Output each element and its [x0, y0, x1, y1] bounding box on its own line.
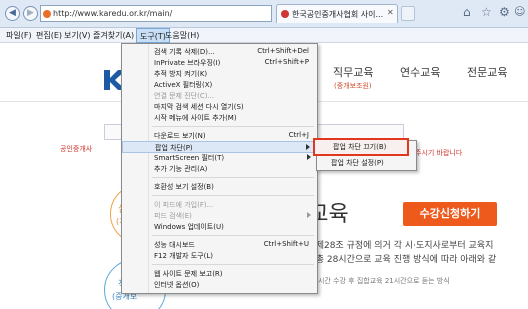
menu-file[interactable]: 파일(F) [6, 30, 32, 41]
menu-item-label: 팝업 차단 설정(P) [331, 159, 384, 167]
submenu-arrow-icon [307, 212, 311, 218]
menu-item-label: 추적 방지 켜기(K) [154, 70, 208, 78]
menu-item-shortcut: Ctrl+Shift+P [264, 58, 309, 66]
description-line: 시행령 제28조 규정에 의거 각 시·도지사로부터 교육지 [288, 241, 494, 251]
notice-text-right: 주시기 바랍니다 [415, 149, 463, 157]
menu-item-label: 시작 메뉴에 사이트 추가(M) [154, 114, 237, 122]
submenu-arrow-icon [306, 144, 310, 150]
menu-bar: 파일(F) 편집(E) 보기(V) 즐겨찾기(A) 도구(T) 도움말(H) [0, 28, 528, 43]
menu-item-shortcut: Ctrl+Shift+Del [257, 47, 309, 55]
close-tab-icon[interactable]: ✕ [387, 8, 394, 17]
home-icon[interactable]: ⌂ [463, 5, 471, 19]
submenu-arrow-icon [307, 154, 311, 160]
menu-item-manage-addons[interactable]: 추가 기능 관리(A) [122, 163, 317, 175]
tab-title[interactable]: 한국공인중개사협회 사이... [292, 9, 384, 20]
forward-button[interactable]: ▶ [23, 6, 38, 21]
menu-item-f12-devtools[interactable]: F12 개발자 도구(L) [122, 250, 317, 262]
menu-item-label: 호환성 보기 설정(B) [154, 183, 214, 191]
menu-item-label: 추가 기능 관리(A) [154, 165, 208, 173]
nav-item-direct-training[interactable]: 직무교육 [333, 64, 373, 80]
back-button[interactable]: ◀ [5, 6, 20, 21]
menu-item-turn-off-popup-blocker[interactable]: 팝업 차단 끄기(B) [313, 138, 409, 156]
menu-item-label: ActiveX 필터링(X) [154, 81, 213, 89]
menu-edit[interactable]: 편집(E) [36, 30, 62, 41]
tab-favicon-icon [281, 10, 289, 18]
menu-item-add-to-start[interactable]: 시작 메뉴에 사이트 추가(M) [122, 112, 317, 124]
menu-item-label: Windows 업데이트(U) [154, 223, 224, 231]
gear-icon[interactable]: ⚙ [499, 5, 510, 19]
menu-item-windows-update[interactable]: Windows 업데이트(U) [122, 221, 317, 233]
back-arrow-icon: ◀ [9, 8, 16, 18]
menu-item-label: 다운로드 보기(N) [154, 132, 206, 140]
menu-separator [152, 264, 314, 265]
menu-separator [152, 126, 314, 127]
browser-toolbar: ◀ ▶ http://www.karedu.or.kr/main/ ⌕ ▾ ↻ … [0, 0, 528, 28]
menu-item-label: 웹 사이트 문제 보고(R) [154, 270, 223, 278]
site-favicon-icon [43, 10, 51, 18]
menu-item-popup-blocker-settings[interactable]: 팝업 차단 설정(P) [317, 157, 416, 169]
notice-text-left: 공인중개사 [60, 145, 93, 153]
menu-item-shortcut: Ctrl+J [288, 131, 309, 139]
menu-item-label: 연결 문제 진단(C)... [154, 92, 215, 100]
menu-item-shortcut: Ctrl+Shift+U [263, 240, 309, 248]
menu-item-label: F12 개발자 도구(L) [154, 252, 213, 260]
nav-item-direct-sub: (중개보조원) [334, 82, 372, 90]
menu-separator [152, 235, 314, 236]
menu-favorites[interactable]: 즐겨찾기(A) [93, 30, 134, 41]
menu-item-label: InPrivate 브라우징(I) [154, 59, 221, 67]
browser-tab[interactable]: 한국공인중개사협회 사이... ✕ [276, 4, 398, 23]
address-url[interactable]: http://www.karedu.or.kr/main/ [53, 9, 172, 18]
menu-separator [152, 195, 314, 196]
favorites-star-icon[interactable]: ☆ [481, 5, 492, 19]
menu-item-label: 이 피드에 가입(F)... [154, 201, 214, 209]
menu-item-label: SmartScreen 필터(T) [154, 154, 225, 162]
menu-item-label: 피드 검색(E) [154, 212, 192, 220]
menu-item-label: 검색 기록 삭제(D)... [154, 48, 215, 56]
menu-item-label: 팝업 차단 끄기(B) [333, 143, 387, 151]
nav-item-training[interactable]: 연수교육 [400, 64, 440, 80]
menu-item-internet-options[interactable]: 인터넷 옵션(O) [122, 279, 317, 291]
menu-view[interactable]: 보기(V) [64, 30, 90, 41]
description-line: 교육은 총 28시간으로 교육 진행 방식에 따라 아래와 같 [288, 255, 497, 265]
popup-blocker-submenu: 팝업 차단 끄기(B) 팝업 차단 설정(P) [313, 138, 417, 171]
menu-help[interactable]: 도움말(H) [165, 30, 199, 41]
nav-item-expert[interactable]: 전문교육 [467, 64, 507, 80]
new-tab-button[interactable] [401, 6, 415, 21]
menu-separator [152, 177, 314, 178]
menu-item-label: 성능 대시보드 [154, 241, 195, 249]
menu-item-label: 인터넷 옵션(O) [154, 281, 200, 289]
apply-course-button[interactable]: 수강신청하기 [403, 202, 497, 226]
menu-item-label: 마지막 검색 세션 다시 열기(S) [154, 103, 244, 111]
forward-arrow-icon: ▶ [27, 8, 34, 18]
feedback-smile-icon[interactable]: ☺ [514, 5, 525, 18]
menu-item-compatibility-view[interactable]: 호환성 보기 설정(B) [122, 181, 317, 193]
address-bar[interactable]: http://www.karedu.or.kr/main/ ⌕ ▾ ↻ [40, 5, 308, 22]
tools-dropdown-menu: 검색 기록 삭제(D)... Ctrl+Shift+Del InPrivate … [121, 43, 318, 294]
